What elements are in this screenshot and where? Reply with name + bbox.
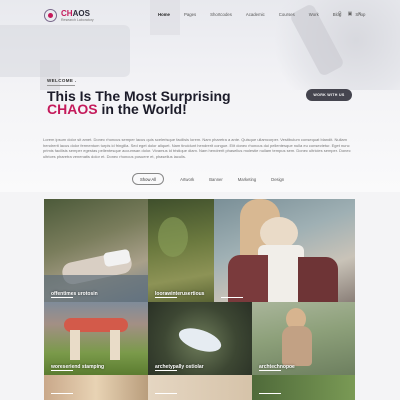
tile-photo: [228, 255, 268, 302]
tile-photo: [282, 326, 312, 366]
nav-item-academic[interactable]: Academic: [246, 12, 265, 17]
nav-item-courses[interactable]: Courses: [279, 12, 295, 17]
nav-item-home[interactable]: Home: [158, 12, 170, 17]
tile-label: Ioorawinterusertious: [155, 291, 205, 298]
tile-photo: [70, 330, 80, 360]
nav-item-work[interactable]: Work: [309, 12, 319, 17]
cart-icon[interactable]: ▣: [348, 11, 353, 17]
kicker-divider: [47, 85, 75, 86]
portfolio-tile[interactable]: archtechnopoe: [252, 302, 355, 375]
filter-marketing[interactable]: Marketing: [238, 177, 256, 182]
tile-label: archtechnopoe: [259, 364, 295, 371]
hero-background-image: [0, 25, 130, 77]
headline-rest: in the World!: [97, 101, 187, 117]
hero-paragraph: Lorem ipsum dolor sit amet. Donec rhoncu…: [43, 137, 351, 160]
tile-label: archetypally ostiolar: [155, 364, 204, 371]
tile-photo: [110, 330, 120, 360]
portfolio-tile[interactable]: woreseriend stamping: [44, 302, 148, 375]
portfolio-tile[interactable]: archetypally ostiolar: [148, 302, 252, 375]
headline-accent: CHAOS: [47, 101, 98, 117]
portfolio-tile[interactable]: offentimes urotosin: [44, 199, 148, 302]
portfolio-tile[interactable]: Ioorawinterusertious: [148, 199, 214, 302]
logo-mark-icon: [44, 9, 57, 22]
portfolio-tile[interactable]: [214, 199, 355, 302]
search-icon[interactable]: ⚲: [338, 11, 342, 17]
filter-show-all[interactable]: Show All: [132, 173, 165, 185]
nav-item-shortcodes[interactable]: Shortcodes: [210, 12, 232, 17]
filter-design[interactable]: Design: [271, 177, 284, 182]
logo-tagline: Research Laboratory: [61, 17, 94, 22]
filter-banner[interactable]: Banner: [209, 177, 223, 182]
tile-label: offentimes urotosin: [51, 291, 98, 298]
portfolio-tile[interactable]: [252, 375, 355, 400]
nav-item-pages[interactable]: Pages: [184, 12, 196, 17]
tile-photo: [158, 217, 188, 257]
site-logo[interactable]: CHAOS Research Laboratory: [44, 9, 94, 22]
hero-background-image: [150, 0, 180, 35]
hero-headline-line2: CHAOS in the World!: [47, 101, 187, 117]
portfolio-tile[interactable]: [44, 375, 148, 400]
nav-icons: ⚲ ▣ ≡: [338, 11, 361, 17]
logo-name: CHAOS: [61, 8, 90, 18]
portfolio-tile[interactable]: [148, 375, 252, 400]
menu-icon[interactable]: ≡: [358, 11, 361, 17]
tile-label: woreseriend stamping: [51, 364, 105, 371]
filter-artwork[interactable]: Artwork: [180, 177, 194, 182]
work-with-us-button[interactable]: WORK WITH US: [306, 89, 352, 101]
portfolio-filters: Show All Artwork Banner Marketing Design: [132, 173, 299, 185]
hero-kicker: WELCOME .: [47, 78, 77, 83]
hero-section: CHAOS Research Laboratory Home Pages Sho…: [0, 0, 400, 192]
tile-photo: [175, 323, 225, 357]
tile-photo: [298, 257, 338, 302]
